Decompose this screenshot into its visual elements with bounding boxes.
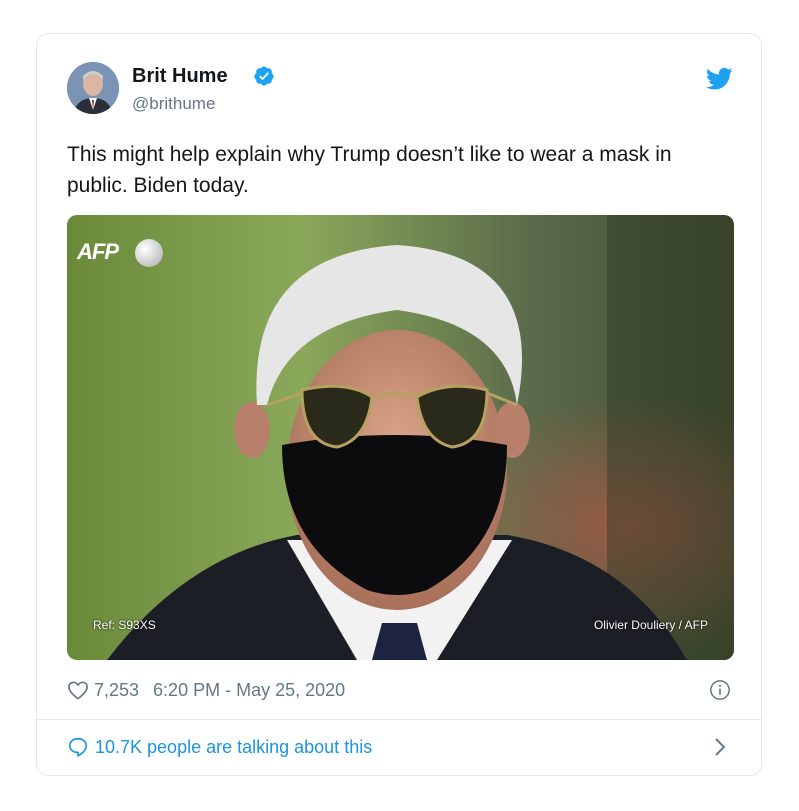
author-avatar[interactable] <box>67 62 119 114</box>
photo-ref: Ref: S93XS <box>93 618 156 632</box>
author-handle[interactable]: @brithume <box>132 94 215 114</box>
like-count[interactable]: 7,253 <box>94 680 139 701</box>
tweet-timestamp[interactable]: 6:20 PM - May 25, 2020 <box>153 680 345 701</box>
tweet-photo[interactable]: AFP Ref: S93XS Olivier Douliery / AFP <box>67 215 734 660</box>
photo-image <box>67 215 734 660</box>
verified-badge-icon <box>254 66 274 86</box>
heart-outline-icon[interactable] <box>67 680 89 700</box>
conversation-link[interactable]: 10.7K people are talking about this <box>67 736 372 758</box>
afp-globe-icon <box>135 239 163 267</box>
chevron-right-icon[interactable] <box>713 737 727 757</box>
photo-credit: Olivier Douliery / AFP <box>593 618 708 632</box>
info-circle-icon[interactable] <box>709 679 731 701</box>
twitter-bird-icon[interactable] <box>706 67 733 91</box>
speech-bubble-icon <box>68 737 88 758</box>
tweet-text: This might help explain why Trump doesn’… <box>67 143 672 197</box>
afp-logo: AFP <box>77 239 119 264</box>
card-divider <box>37 719 761 720</box>
tweet-card: Brit Hume @brithume This might help expl… <box>36 33 762 776</box>
author-name[interactable]: Brit Hume <box>132 65 228 88</box>
tweet-meta: 7,253 6:20 PM - May 25, 2020 <box>67 678 345 702</box>
conversation-label[interactable]: 10.7K people are talking about this <box>95 737 372 758</box>
